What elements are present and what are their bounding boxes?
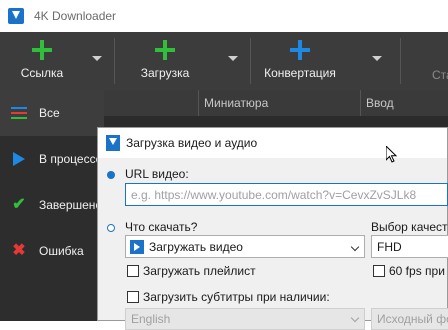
subtitles-format-value: Исходный фор: [377, 312, 448, 326]
plus-icon: [155, 40, 175, 60]
plus-icon: [290, 40, 310, 60]
what-select[interactable]: Загружать видео: [125, 235, 365, 258]
sidebar-item-error[interactable]: ✖ Ошибка: [0, 228, 104, 274]
sidebar-item-in-progress[interactable]: В процессе: [0, 136, 104, 182]
column-thumbnail[interactable]: Миниатюра: [204, 96, 268, 110]
video-icon: [130, 239, 144, 254]
fps-checkbox[interactable]: [373, 265, 385, 277]
window-title: 4K Downloader: [34, 9, 117, 23]
main-toolbar: Ссылка Загрузка Конвертация Ста: [0, 32, 448, 90]
convert-dropdown-icon[interactable]: [372, 56, 382, 61]
subtitles-language-select[interactable]: English: [125, 308, 365, 330]
playlist-checkbox[interactable]: [127, 265, 139, 277]
column-divider: [198, 90, 199, 116]
url-radio[interactable]: [107, 171, 115, 179]
fps-label: 60 fps при н: [389, 264, 448, 278]
quality-select-value: FHD: [377, 239, 402, 254]
add-link-button[interactable]: Ссылка: [14, 32, 70, 90]
url-input[interactable]: [125, 183, 448, 206]
toolbar-divider: [400, 38, 401, 84]
subtitles-label: Загрузить субтитры при наличии:: [143, 290, 330, 304]
app-logo-icon: [8, 8, 24, 24]
cross-icon: ✖: [12, 242, 26, 259]
chevron-down-icon: [350, 242, 360, 252]
sidebar-item-completed[interactable]: ✔ Завершено: [0, 182, 104, 228]
what-select-value: Загружать видео: [149, 239, 243, 254]
quality-select[interactable]: FHD: [371, 235, 448, 258]
url-label: URL видео:: [125, 167, 189, 181]
what-radio[interactable]: [107, 224, 115, 232]
url-field[interactable]: [126, 184, 447, 205]
column-divider: [360, 90, 361, 116]
play-icon: [11, 151, 27, 167]
convert-button[interactable]: Конвертация: [262, 32, 338, 90]
sidebar-item-label: Завершено: [39, 198, 103, 212]
sidebar: Все В процессе ✔ Завершено ✖ Ошибка: [0, 90, 104, 321]
mouse-cursor-icon: [385, 144, 398, 167]
playlist-label: Загружать плейлист: [143, 264, 256, 278]
add-link-label: Ссылка: [20, 66, 64, 80]
download-app-icon: [106, 135, 120, 151]
column-input[interactable]: Ввод: [366, 96, 394, 110]
add-link-dropdown-icon[interactable]: [92, 56, 102, 61]
sidebar-item-label: Ошибка: [39, 244, 84, 258]
quality-label: Выбор качеств: [371, 220, 448, 234]
sidebar-item-all[interactable]: Все: [0, 90, 104, 136]
download-dropdown-icon[interactable]: [228, 56, 238, 61]
subtitles-language-value: English: [131, 312, 171, 326]
list-header: Миниатюра Ввод: [104, 90, 448, 116]
sidebar-item-label: В процессе: [39, 152, 103, 166]
convert-label: Конвертация: [264, 66, 336, 80]
list-lines-icon: [11, 105, 27, 121]
subtitles-checkbox[interactable]: [127, 291, 139, 303]
subtitles-format-select[interactable]: Исходный фор: [371, 308, 448, 330]
toolbar-divider: [250, 38, 251, 84]
title-bar: 4K Downloader: [0, 0, 448, 32]
check-icon: ✔: [12, 196, 26, 213]
what-label: Что скачать?: [125, 220, 198, 234]
download-label: Загрузка: [140, 66, 190, 80]
sidebar-item-label: Все: [39, 106, 60, 120]
toolbar-truncated-label[interactable]: Ста: [432, 68, 448, 82]
toolbar-divider: [114, 38, 115, 84]
dialog-title: Загрузка видео и аудио: [126, 136, 258, 150]
plus-icon: [32, 40, 52, 60]
download-button[interactable]: Загрузка: [132, 32, 198, 90]
